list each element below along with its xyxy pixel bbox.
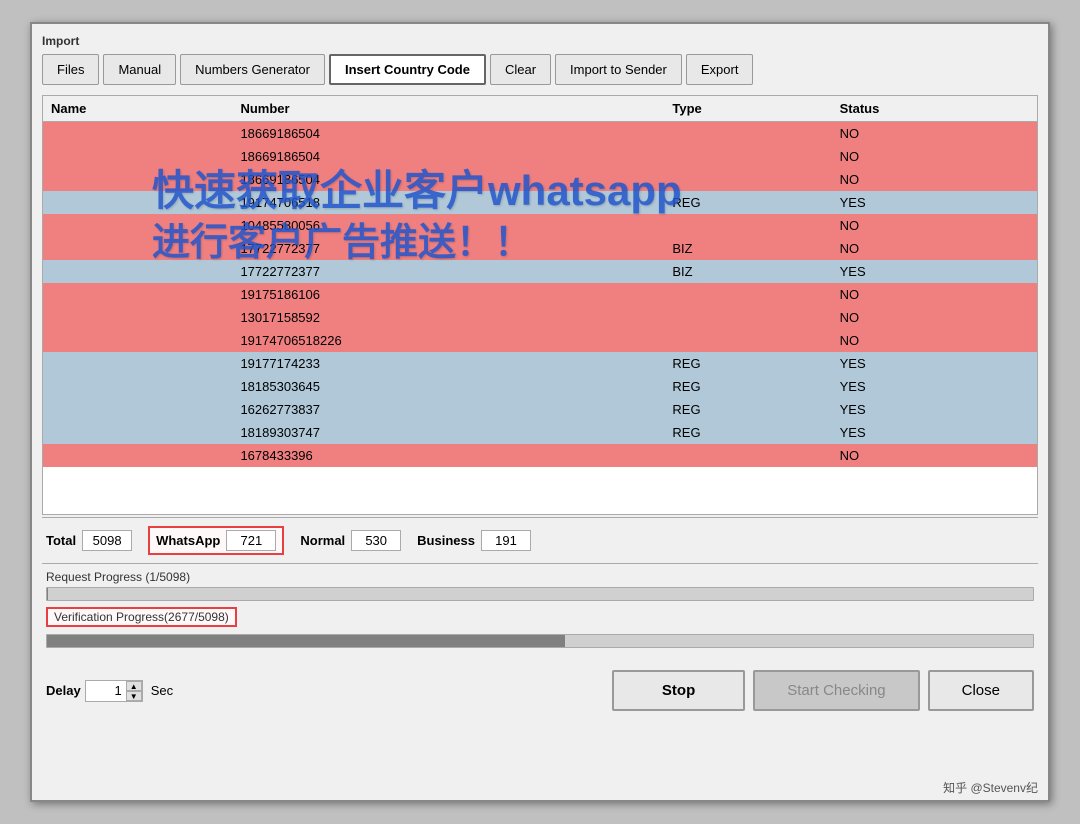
delay-input-wrapper: ▲ ▼ — [85, 680, 143, 702]
toolbar: Files Manual Numbers Generator Insert Co… — [42, 54, 1038, 85]
stop-button[interactable]: Stop — [612, 670, 745, 711]
table-row: 18669186504NO — [43, 145, 1037, 168]
table-row: 16262773837REGYES — [43, 398, 1037, 421]
table-row: 13017158592NO — [43, 306, 1037, 329]
verification-progress-label: Verification Progress(2677/5098) — [46, 607, 237, 627]
whatsapp-value: 721 — [226, 530, 276, 551]
table-row: 18669186504NO — [43, 122, 1037, 146]
request-progress-label: Request Progress (1/5098) — [46, 570, 1034, 584]
total-label: Total — [46, 533, 76, 548]
delay-section: Delay ▲ ▼ Sec — [46, 680, 173, 702]
sec-label: Sec — [151, 683, 173, 698]
table-header-row: Name Number Type Status — [43, 96, 1037, 122]
bottom-row: Delay ▲ ▼ Sec Stop Start Checking Close — [42, 660, 1038, 715]
stats-row: Total 5098 WhatsApp 721 Normal 530 Busin… — [42, 517, 1038, 564]
table-row: 18189303747REGYES — [43, 421, 1037, 444]
table-row: 17722772377BIZYES — [43, 260, 1037, 283]
table-row: 19177174233REGYES — [43, 352, 1037, 375]
delay-label: Delay — [46, 683, 81, 698]
delay-down-button[interactable]: ▼ — [126, 691, 142, 701]
zhihu-label: 知乎 @Stevenv纪 — [943, 779, 1038, 796]
col-type: Type — [664, 96, 831, 122]
table-row: 10485580056NO — [43, 214, 1037, 237]
data-table-container[interactable]: Name Number Type Status 18669186504NO186… — [42, 95, 1038, 515]
table-row: 18669186504NO — [43, 168, 1037, 191]
delay-spinner: ▲ ▼ — [126, 681, 142, 701]
verification-progress-track — [46, 634, 1034, 648]
numbers-generator-button[interactable]: Numbers Generator — [180, 54, 325, 85]
progress-section: Request Progress (1/5098) Verification P… — [42, 564, 1038, 660]
close-button[interactable]: Close — [928, 670, 1034, 711]
data-table: Name Number Type Status 18669186504NO186… — [43, 96, 1037, 467]
verification-progress-fill — [47, 635, 565, 647]
request-progress-track — [46, 587, 1034, 601]
manual-button[interactable]: Manual — [103, 54, 176, 85]
col-name: Name — [43, 96, 232, 122]
insert-country-code-button[interactable]: Insert Country Code — [329, 54, 486, 85]
normal-value: 530 — [351, 530, 401, 551]
clear-button[interactable]: Clear — [490, 54, 551, 85]
table-row: 1678433396NO — [43, 444, 1037, 467]
total-value: 5098 — [82, 530, 132, 551]
col-status: Status — [832, 96, 1037, 122]
delay-input[interactable] — [86, 681, 126, 701]
section-label: Import — [42, 34, 1038, 48]
col-number: Number — [232, 96, 664, 122]
normal-stat: Normal 530 — [300, 530, 401, 551]
whatsapp-label: WhatsApp — [156, 533, 220, 548]
business-value: 191 — [481, 530, 531, 551]
normal-label: Normal — [300, 533, 345, 548]
delay-up-button[interactable]: ▲ — [126, 681, 142, 691]
total-stat: Total 5098 — [46, 530, 132, 551]
business-stat: Business 191 — [417, 530, 531, 551]
table-row: 18185303645REGYES — [43, 375, 1037, 398]
action-buttons: Stop Start Checking Close — [612, 670, 1034, 711]
export-button[interactable]: Export — [686, 54, 754, 85]
import-to-sender-button[interactable]: Import to Sender — [555, 54, 682, 85]
whatsapp-stat: WhatsApp 721 — [148, 526, 284, 555]
table-row: 19174706518226NO — [43, 329, 1037, 352]
table-row: 19175186106NO — [43, 283, 1037, 306]
business-label: Business — [417, 533, 475, 548]
files-button[interactable]: Files — [42, 54, 99, 85]
table-row: 17722772377BIZNO — [43, 237, 1037, 260]
main-window: Import Files Manual Numbers Generator In… — [30, 22, 1050, 802]
table-row: 19174706518REGYES — [43, 191, 1037, 214]
start-checking-button[interactable]: Start Checking — [753, 670, 919, 711]
